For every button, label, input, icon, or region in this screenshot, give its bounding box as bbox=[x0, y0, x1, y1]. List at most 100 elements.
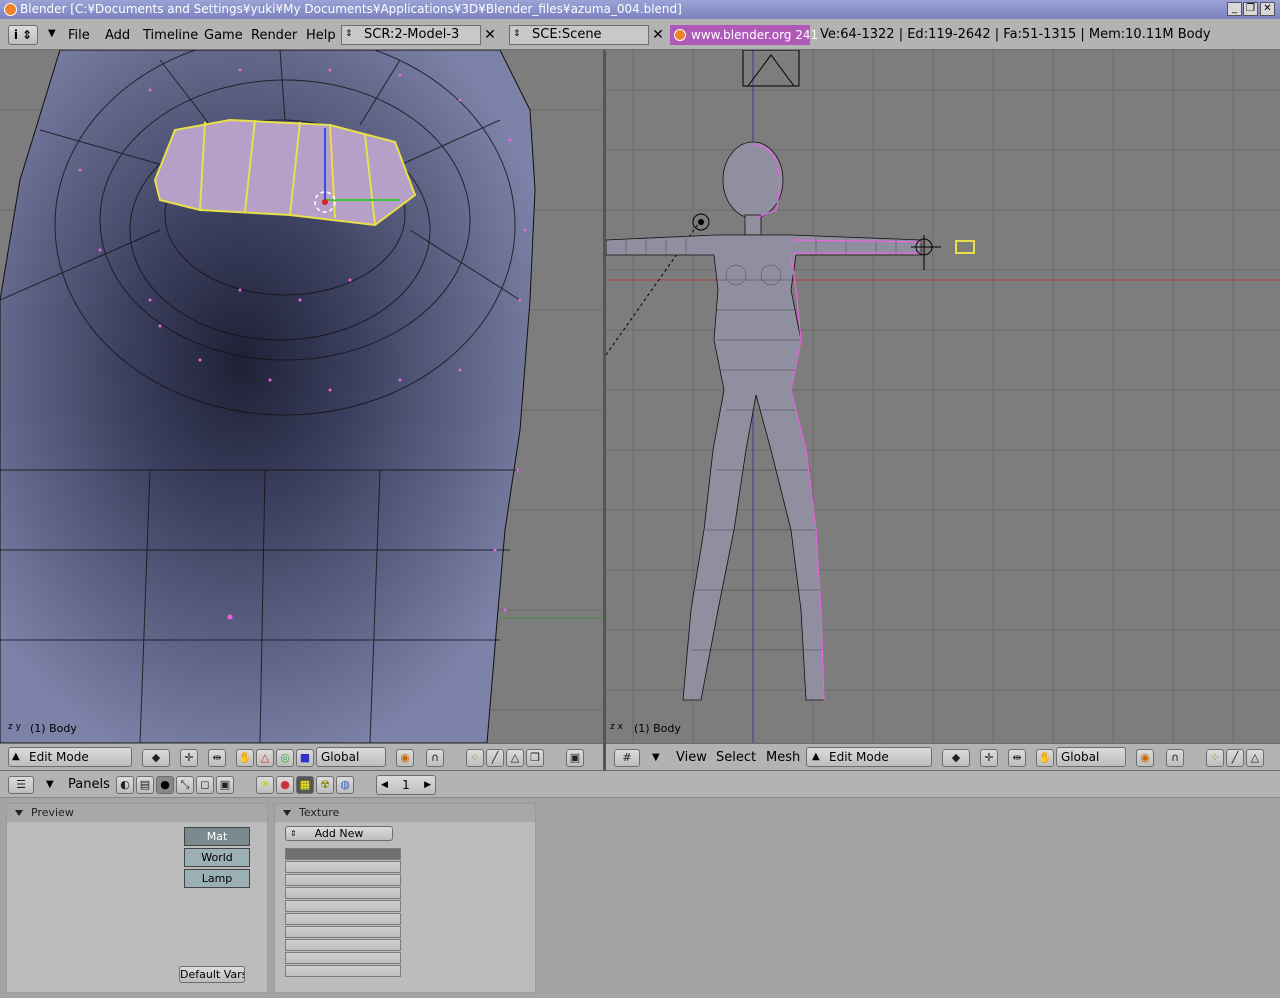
radiosity-buttons-icon[interactable]: ☢ bbox=[316, 776, 334, 794]
screen-delete-button[interactable]: ✕ bbox=[481, 25, 499, 45]
info-header: i ⇕ ▼ File Add Timeline Game Render Help… bbox=[0, 19, 1280, 50]
collapse-menu-icon[interactable]: ▼ bbox=[44, 25, 62, 45]
texture-channel-slot[interactable] bbox=[285, 965, 401, 977]
texture-channel-slot[interactable] bbox=[285, 900, 401, 912]
occlude-geometry-icon[interactable]: ❒ bbox=[526, 749, 544, 767]
world-buttons-icon[interactable]: ◍ bbox=[336, 776, 354, 794]
collapse-triangle-icon[interactable] bbox=[283, 810, 291, 816]
window-type-button[interactable]: i ⇕ bbox=[8, 25, 38, 45]
snap-icon[interactable]: ⇹ bbox=[208, 749, 226, 767]
menu-select[interactable]: Select bbox=[716, 750, 756, 765]
menu-game[interactable]: Game bbox=[204, 28, 243, 43]
texture-channel-slot[interactable] bbox=[285, 861, 401, 873]
scene-updown-icon: ⇕ bbox=[513, 29, 521, 39]
logic-context-icon[interactable]: ◐ bbox=[116, 776, 134, 794]
menu-timeline[interactable]: Timeline bbox=[143, 28, 198, 43]
mode-select-left[interactable]: Edit Mode bbox=[8, 747, 132, 767]
panels-menu[interactable]: Panels bbox=[68, 777, 110, 792]
preview-tab-world[interactable]: World bbox=[184, 848, 250, 867]
window-type-buttons-icon[interactable]: ☰ bbox=[8, 776, 34, 794]
menu-help[interactable]: Help bbox=[306, 28, 336, 43]
orientation-select-left[interactable]: Global bbox=[316, 747, 386, 767]
pivot-point-icon[interactable]: ✛ bbox=[180, 749, 198, 767]
edge-select-icon[interactable]: ╱ bbox=[1226, 749, 1244, 767]
3d-viewport-left[interactable]: z y (1) Body bbox=[0, 50, 603, 743]
texture-channel-slot[interactable] bbox=[285, 939, 401, 951]
frame-number-value: 1 bbox=[402, 778, 410, 792]
texture-buttons-icon[interactable]: ▦ bbox=[296, 776, 314, 794]
blender-org-link[interactable]: www.blender.org 241 bbox=[670, 25, 818, 45]
vertex-select-icon[interactable]: ⁘ bbox=[466, 749, 484, 767]
proportional-edit-icon[interactable]: ◉ bbox=[1136, 749, 1154, 767]
maximize-button[interactable]: ❐ bbox=[1243, 2, 1258, 16]
preview-tab-lamp[interactable]: Lamp bbox=[184, 869, 250, 888]
preview-tab-mat[interactable]: Mat bbox=[184, 827, 250, 846]
frame-decrement-icon[interactable]: ◀ bbox=[381, 776, 388, 794]
script-context-icon[interactable]: ▤ bbox=[136, 776, 154, 794]
render-view-icon[interactable]: ▣ bbox=[566, 749, 584, 767]
snap-icon[interactable]: ⇹ bbox=[1008, 749, 1026, 767]
axis-indicator-icon: z y bbox=[8, 722, 21, 732]
texture-channel-slot[interactable] bbox=[285, 952, 401, 964]
falloff-icon[interactable]: ∩ bbox=[1166, 749, 1184, 767]
scene-context-icon[interactable]: ▣ bbox=[216, 776, 234, 794]
menu-file[interactable]: File bbox=[68, 28, 90, 43]
texture-panel-header[interactable]: Texture bbox=[275, 804, 535, 822]
mode-select-right-label: Edit Mode bbox=[829, 750, 889, 764]
collapse-menu-icon[interactable]: ▼ bbox=[652, 752, 660, 763]
texture-channel-slot[interactable] bbox=[285, 926, 401, 938]
menu-view[interactable]: View bbox=[676, 750, 707, 765]
blender-org-link-text: www.blender.org 241 bbox=[691, 28, 819, 42]
mesh-stats: Ve:64-1322 | Ed:119-2642 | Fa:51-1315 | … bbox=[820, 27, 1211, 42]
frame-number-field[interactable]: ◀ 1 ▶ bbox=[376, 775, 436, 795]
viewport-right-header: # ▼ View Select Mesh Edit Mode ▲ ◆ ✛ ⇹ ✋… bbox=[606, 743, 1280, 771]
title-bar: Blender [C:¥Documents and Settings¥yuki¥… bbox=[0, 0, 1280, 19]
orientation-select-right[interactable]: Global bbox=[1056, 747, 1126, 767]
texture-channel-slot[interactable] bbox=[285, 887, 401, 899]
rotate-manipulator-icon[interactable]: △ bbox=[256, 749, 274, 767]
default-vars-button[interactable]: Default Vars bbox=[179, 966, 245, 983]
window-type-grid-icon[interactable]: # bbox=[614, 749, 640, 767]
pivot-point-icon[interactable]: ✛ bbox=[980, 749, 998, 767]
add-new-label: Add New bbox=[314, 827, 364, 840]
menu-add[interactable]: Add bbox=[105, 28, 130, 43]
add-new-texture-button[interactable]: ⇕ Add New bbox=[285, 826, 393, 841]
full-body-mesh-view[interactable] bbox=[606, 50, 1280, 743]
minimize-button[interactable]: _ bbox=[1227, 2, 1242, 16]
collapse-triangle-icon[interactable] bbox=[15, 810, 23, 816]
material-buttons-icon[interactable]: ● bbox=[276, 776, 294, 794]
scene-delete-button[interactable]: ✕ bbox=[649, 25, 667, 45]
editing-context-icon[interactable]: ◻ bbox=[196, 776, 214, 794]
lamp-buttons-icon[interactable]: ☀ bbox=[256, 776, 274, 794]
face-select-icon[interactable]: △ bbox=[1246, 749, 1264, 767]
draw-type-icon[interactable]: ◆ bbox=[142, 749, 170, 767]
hand-grab-icon[interactable]: ✋ bbox=[1036, 749, 1054, 767]
edge-select-icon[interactable]: ╱ bbox=[486, 749, 504, 767]
draw-type-icon[interactable]: ◆ bbox=[942, 749, 970, 767]
shading-context-icon[interactable]: ● bbox=[156, 776, 174, 794]
proportional-edit-icon[interactable]: ◉ bbox=[396, 749, 414, 767]
scale-manipulator-icon[interactable]: ◎ bbox=[276, 749, 294, 767]
collapse-menu-icon[interactable]: ▼ bbox=[46, 779, 54, 790]
translate-manipulator-icon[interactable]: ■ bbox=[296, 749, 314, 767]
texture-channel-slot[interactable] bbox=[285, 874, 401, 886]
mode-select-right[interactable]: Edit Mode bbox=[806, 747, 932, 767]
menu-render[interactable]: Render bbox=[251, 28, 297, 43]
buttons-window: Preview Mat World Lamp Default Vars Text… bbox=[0, 798, 1280, 998]
texture-channel-slot[interactable] bbox=[285, 913, 401, 925]
hand-grab-icon[interactable]: ✋ bbox=[236, 749, 254, 767]
face-select-icon[interactable]: △ bbox=[506, 749, 524, 767]
scene-select-field[interactable]: SCE:Scene bbox=[509, 25, 649, 45]
frame-increment-icon[interactable]: ▶ bbox=[424, 776, 431, 794]
screen-select-field[interactable]: SCR:2-Model-3 bbox=[341, 25, 481, 45]
texture-channel-slot[interactable] bbox=[285, 848, 401, 860]
vertex-select-icon[interactable]: ⁘ bbox=[1206, 749, 1224, 767]
blender-logo-icon bbox=[4, 3, 17, 16]
close-button[interactable]: ✕ bbox=[1260, 2, 1275, 16]
falloff-icon[interactable]: ∩ bbox=[426, 749, 444, 767]
closeup-mesh-view[interactable] bbox=[0, 50, 603, 743]
menu-mesh[interactable]: Mesh bbox=[766, 750, 800, 765]
object-context-icon[interactable]: ⤡ bbox=[176, 776, 194, 794]
preview-panel-header[interactable]: Preview bbox=[7, 804, 267, 822]
3d-viewport-right[interactable]: z x (1) Body bbox=[606, 50, 1280, 743]
